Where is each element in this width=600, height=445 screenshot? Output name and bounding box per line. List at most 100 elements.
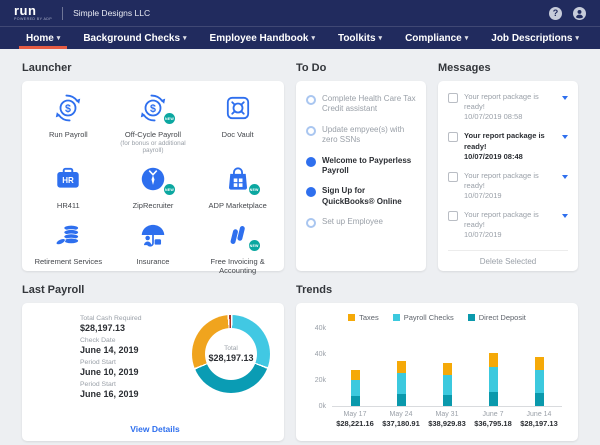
last-payroll-section: Last Payroll Total Cash Required$28,197.… — [22, 271, 284, 441]
nav-item-toolkits[interactable]: Toolkits▾ — [338, 27, 382, 49]
main-nav: Home▾ Background Checks▾ Employee Handbook… — [0, 26, 600, 49]
launcher-item-ziprecruiter[interactable]: NEWZipRecruiter — [111, 164, 196, 210]
status-dot-empty-icon — [306, 218, 316, 228]
launcher-item-label: Run Payroll — [26, 130, 111, 139]
launcher-item-doc-vault[interactable]: Doc Vault — [195, 93, 280, 154]
bar-segment-direct-deposit — [397, 394, 406, 406]
bar-slot — [332, 370, 378, 406]
x-axis-total: $38,929.83 — [424, 419, 470, 428]
run-logo[interactable]: run POWERED BY ADP — [14, 4, 52, 22]
donut-center-value: $28,197.13 — [208, 353, 253, 363]
view-details-link[interactable]: View Details — [36, 424, 274, 434]
account-icon[interactable] — [573, 7, 586, 20]
todo-item[interactable]: Update empyee(s) with zero SSNs — [306, 125, 416, 146]
message-subject: Your report package is ready! — [464, 171, 556, 191]
message-checkbox[interactable] — [448, 132, 458, 142]
message-row: Your report package is ready!10/07/2019 — [448, 210, 568, 240]
todo-item[interactable]: Set up Employee — [306, 217, 416, 228]
bar-segment-payroll-checks — [489, 367, 498, 392]
todo-item-label: Sign Up for QuickBooks® Online — [322, 186, 416, 207]
message-checkbox[interactable] — [448, 93, 458, 103]
bar-segment-taxes — [351, 370, 360, 380]
todo-item[interactable]: Sign Up for QuickBooks® Online — [306, 186, 416, 207]
message-body[interactable]: Your report package is ready!10/07/2019 … — [464, 92, 556, 122]
dashboard-content: Launcher $Run Payroll$NEWOff-Cycle Payro… — [0, 49, 600, 441]
payroll-donut-chart: Total $28,197.13 — [192, 315, 270, 393]
launcher-item-free-invoicing-accounting[interactable]: NEWFree Invoicing & Accounting — [195, 220, 280, 275]
nav-item-home[interactable]: Home▾ — [26, 27, 60, 49]
x-axis-label: May 24$37,180.91 — [378, 411, 424, 428]
help-icon[interactable]: ? — [549, 7, 562, 20]
expand-caret-icon[interactable] — [562, 214, 568, 218]
messages-section: Messages Your report package is ready!10… — [438, 49, 578, 271]
message-body[interactable]: Your report package is ready!10/07/2019 … — [464, 131, 556, 161]
launcher-item-label: Retirement Services — [26, 257, 111, 266]
todo-item-label: Complete Health Care Tax Credit assistan… — [322, 94, 416, 115]
nav-item-background-checks[interactable]: Background Checks▾ — [83, 27, 186, 49]
launcher-card: $Run Payroll$NEWOff-Cycle Payroll(for bo… — [22, 81, 284, 271]
svg-text:HR: HR — [63, 176, 75, 185]
payroll-stat: Total Cash Required$28,197.13 — [80, 315, 176, 333]
chevron-down-icon: ▾ — [575, 34, 579, 42]
launcher-item-run-payroll[interactable]: $Run Payroll — [26, 93, 111, 154]
message-checkbox[interactable] — [448, 211, 458, 221]
launcher-item-label: HR411 — [26, 201, 111, 210]
todo-item-label: Set up Employee — [322, 217, 383, 227]
topbar-icons: ? — [549, 7, 586, 20]
nav-item-job-descriptions[interactable]: Job Descriptions▾ — [491, 27, 579, 49]
launcher-item-insurance[interactable]: Insurance — [111, 220, 196, 275]
trends-section: Trends TaxesPayroll ChecksDirect Deposit… — [296, 271, 578, 441]
message-row: Your report package is ready!10/07/2019 — [448, 171, 568, 201]
message-checkbox[interactable] — [448, 172, 458, 182]
donut-center-label: Total — [224, 345, 238, 352]
adp-marketplace-icon: NEW — [223, 164, 253, 194]
message-timestamp: 10/07/2019 — [464, 230, 556, 240]
expand-caret-icon[interactable] — [562, 96, 568, 100]
donut-center: Total $28,197.13 — [205, 328, 257, 380]
todo-item[interactable]: Complete Health Care Tax Credit assistan… — [306, 94, 416, 115]
nav-item-compliance[interactable]: Compliance▾ — [405, 27, 468, 49]
adp-run-dashboard: run POWERED BY ADP Simple Designs LLC ? … — [0, 0, 600, 445]
nav-item-employee-handbook[interactable]: Employee Handbook▾ — [210, 27, 315, 49]
stacked-bar-may-24 — [397, 361, 406, 406]
expand-caret-icon[interactable] — [562, 175, 568, 179]
launcher-section: Launcher $Run Payroll$NEWOff-Cycle Payro… — [22, 49, 284, 271]
legend-item-taxes: Taxes — [348, 313, 379, 322]
free-invoicing-accounting-icon: NEW — [223, 220, 253, 250]
todo-item[interactable]: Welcome to Payperless Payroll — [306, 156, 416, 177]
message-subject: Your report package is ready! — [464, 131, 556, 151]
launcher-item-label: Insurance — [111, 257, 196, 266]
chevron-down-icon: ▾ — [57, 34, 61, 42]
launcher-item-hr411[interactable]: HR HR411 — [26, 164, 111, 210]
bar-segment-taxes — [397, 361, 406, 373]
logo-divider — [62, 7, 63, 20]
retirement-services-icon — [53, 220, 83, 250]
doc-vault-icon — [223, 93, 253, 123]
chevron-down-icon: ▾ — [379, 34, 383, 42]
bar-slot — [516, 357, 562, 406]
launcher-item-off-cycle-payroll[interactable]: $NEWOff-Cycle Payroll(for bonus or addit… — [111, 93, 196, 154]
launcher-item-adp-marketplace[interactable]: NEW ADP Marketplace — [195, 164, 280, 210]
payroll-stat-label: Total Cash Required — [80, 315, 176, 322]
off-cycle-payroll-icon: $NEW — [138, 93, 168, 123]
x-axis-label: May 31$38,929.83 — [424, 411, 470, 428]
launcher-item-label: Doc Vault — [195, 130, 280, 139]
message-body[interactable]: Your report package is ready!10/07/2019 — [464, 210, 556, 240]
bar-segment-taxes — [489, 353, 498, 367]
message-body[interactable]: Your report package is ready!10/07/2019 — [464, 171, 556, 201]
todo-card: Complete Health Care Tax Credit assistan… — [296, 81, 426, 271]
y-axis-tick-label: 20k — [306, 377, 326, 384]
stacked-bar-june-14 — [535, 357, 544, 406]
x-axis-total: $37,180.91 — [378, 419, 424, 428]
message-timestamp: 10/07/2019 — [464, 191, 556, 201]
expand-caret-icon[interactable] — [562, 135, 568, 139]
payroll-stat-label: Check Date — [80, 337, 176, 344]
messages-card: Your report package is ready!10/07/2019 … — [438, 81, 578, 271]
last-payroll-body: Total Cash Required$28,197.13Check DateJ… — [36, 315, 274, 424]
launcher-item-label: ADP Marketplace — [195, 201, 280, 210]
delete-selected-button[interactable]: Delete Selected — [448, 250, 568, 266]
launcher-item-retirement-services[interactable]: Retirement Services — [26, 220, 111, 275]
insurance-icon — [138, 220, 168, 250]
payroll-stat-label: Period Start — [80, 381, 176, 388]
launcher-title: Launcher — [22, 62, 284, 74]
